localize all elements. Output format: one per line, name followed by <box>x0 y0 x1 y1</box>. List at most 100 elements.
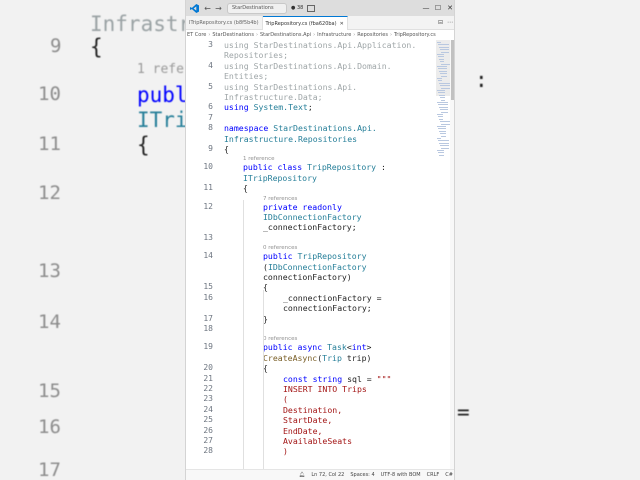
code-line[interactable]: (IDbConnectionFactory <box>263 262 367 272</box>
minimap-line <box>440 49 449 51</box>
minimap[interactable] <box>436 40 452 469</box>
code-line[interactable]: using StarDestinations.Api.Application. <box>224 40 416 50</box>
code-token: ; <box>307 102 313 113</box>
code-token: AvailableSeats <box>283 436 353 446</box>
background-line-number: 9 <box>50 35 62 57</box>
code-line[interactable]: IDbConnectionFactory <box>263 212 362 222</box>
code-token: ITripRepository <box>243 172 317 183</box>
command-center-search[interactable]: StarDestinations <box>227 2 287 14</box>
indentation[interactable]: Spaces: 4 <box>347 472 377 478</box>
code-line[interactable]: private readonly <box>263 202 342 212</box>
code-token: { <box>243 183 248 194</box>
back-button[interactable]: ← <box>202 4 213 13</box>
cursor-position[interactable]: Ln 72, Col 22 <box>308 472 347 478</box>
line-number: 21 <box>203 373 213 383</box>
minimap-line <box>437 66 447 67</box>
line-number: 19 <box>203 342 213 352</box>
code-token: Repositories; <box>224 50 289 61</box>
split-editor-icon[interactable]: ⊟ <box>438 19 443 26</box>
code-line[interactable]: using StarDestinations.Api. <box>224 82 357 92</box>
background-line-number: 10 <box>38 83 61 105</box>
breadcrumb-item[interactable]: ET Core <box>187 32 206 38</box>
minimize-button[interactable]: — <box>420 4 432 12</box>
line-number: 10 <box>203 162 213 172</box>
forward-button[interactable]: → <box>213 4 224 13</box>
minimap-line <box>441 87 450 89</box>
line-number: 26 <box>203 425 213 435</box>
code-line[interactable]: INSERT INTO Trips <box>283 384 367 394</box>
scrollbar-thumb[interactable] <box>451 40 454 100</box>
encoding[interactable]: UTF-8 with BOM <box>378 472 424 478</box>
code-token: StarDestinations.Api.Application. <box>253 40 417 50</box>
code-line[interactable]: Repositories; <box>224 50 288 60</box>
code-line[interactable]: const string sql = """ <box>283 374 391 384</box>
line-ending[interactable]: CRLF <box>424 472 443 478</box>
code-token: StarDestinations.Api.Domain. <box>253 60 392 71</box>
breadcrumb-item[interactable]: Repositories <box>357 32 388 38</box>
code-line[interactable]: Infrastructure.Data; <box>224 92 323 102</box>
bell-icon[interactable]: 🔔︎ <box>296 472 308 478</box>
code-line[interactable]: using System.Text; <box>224 102 313 112</box>
code-token: TripRepository <box>307 162 382 173</box>
code-token: """ <box>376 373 392 384</box>
breadcrumb-item[interactable]: StarDestinations <box>212 32 254 38</box>
tab-triprepository[interactable]: TripRepository.cs (fba620ba) ✕ <box>262 16 348 30</box>
language-mode[interactable]: C# <box>442 472 454 478</box>
code-line[interactable]: _connectionFactory; <box>263 222 357 232</box>
code-line[interactable]: Infrastructure.Repositories <box>224 134 357 144</box>
code-editor[interactable]: 3 using StarDestinations.Api.Application.… <box>186 40 436 469</box>
code-line[interactable]: public class TripRepository : <box>243 162 386 172</box>
breadcrumb-item[interactable]: StarDestinations.Api <box>260 32 311 38</box>
code-token: { <box>224 144 229 154</box>
code-line[interactable]: { <box>243 183 248 193</box>
code-line[interactable]: public async Task<int> <box>263 342 371 352</box>
layout-toggle-icon[interactable] <box>307 4 316 12</box>
minimap-line <box>438 92 445 94</box>
breadcrumb-item[interactable]: TripRepository.cs <box>394 32 436 38</box>
code-line[interactable]: ITripRepository <box>243 173 317 183</box>
tab-itriprepository[interactable]: ITripRepository.cs (b8f5b4b) <box>186 16 263 30</box>
close-icon[interactable]: ✕ <box>340 21 344 27</box>
code-line[interactable]: ) <box>283 446 288 456</box>
code-line[interactable]: Entities; <box>224 71 268 81</box>
breadcrumb: ET Core › StarDestinations › StarDestination… <box>186 30 454 40</box>
code-token: Trip <box>322 352 347 363</box>
editor-actions: ⊟ ⋯ <box>438 16 454 29</box>
code-line[interactable]: Destination, <box>283 405 342 415</box>
code-line[interactable]: connectionFactory; <box>283 303 372 313</box>
line-number: 15 <box>203 282 213 292</box>
background-line-number: 12 <box>38 182 61 204</box>
background-code: ITri <box>137 108 188 132</box>
title-bar: ← → StarDestinations ● 38 — ☐ ✕ <box>186 0 454 16</box>
more-actions-icon[interactable]: ⋯ <box>447 19 453 26</box>
breadcrumb-separator-icon: › <box>208 32 211 38</box>
copilot-badge[interactable]: ● 38 <box>291 5 303 11</box>
vertical-scrollbar[interactable] <box>450 40 454 469</box>
code-line[interactable]: CreateAsync(Trip trip) <box>263 353 371 363</box>
background-line-number: 11 <box>38 133 61 155</box>
code-line[interactable]: ( <box>283 394 288 404</box>
code-token: TripRepository <box>297 251 367 262</box>
code-line[interactable]: StartDate, <box>283 415 332 425</box>
code-line[interactable]: namespace StarDestinations.Api. <box>224 123 377 133</box>
minimap-line <box>439 154 444 156</box>
close-button[interactable]: ✕ <box>444 4 454 12</box>
minimap-line <box>439 118 443 120</box>
code-line[interactable]: connectionFactory) <box>263 272 352 282</box>
code-token: _connectionFactory = <box>283 292 382 303</box>
code-line[interactable]: AvailableSeats <box>283 436 352 446</box>
maximize-button[interactable]: ☐ <box>432 4 444 12</box>
background-line-number: 16 <box>38 416 61 438</box>
code-line[interactable]: public TripRepository <box>263 251 367 261</box>
code-line[interactable]: _connectionFactory = <box>283 293 382 303</box>
code-token: StartDate, <box>283 415 333 426</box>
minimap-line <box>439 130 446 132</box>
breadcrumb-item[interactable]: Infrastructure <box>317 32 351 38</box>
minimap-line <box>438 56 444 58</box>
breadcrumb-separator-icon: › <box>255 32 258 38</box>
code-line[interactable]: using StarDestinations.Api.Domain. <box>224 61 392 71</box>
code-line[interactable]: { <box>224 144 229 154</box>
background-left-panel: Infrastru 9{1 refer 10 publ ITri 11{12 13 14 15 1… <box>0 0 204 480</box>
code-line[interactable]: EndDate, <box>283 426 322 436</box>
minimap-line <box>437 42 441 43</box>
